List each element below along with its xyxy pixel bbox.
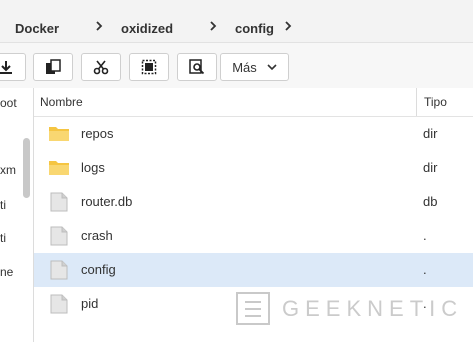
file-name: router.db [81,194,133,209]
file-icon [50,192,68,212]
left-panel-item[interactable]: oot [0,96,33,110]
folder-icon [49,127,69,141]
breadcrumb-item-config[interactable]: config [235,0,274,42]
file-icon [50,294,68,314]
search-button[interactable] [177,53,217,81]
file-type: db [423,194,438,209]
file-row-repos[interactable]: repos dir [34,117,473,151]
watermark-logo [236,292,270,325]
more-button-label: Más [232,59,257,75]
copy-icon [46,59,61,74]
cut-icon [93,60,109,75]
breadcrumb: Docker oxidized config [0,0,473,43]
left-panel-item[interactable]: ti [0,198,33,212]
file-icon [50,260,68,280]
file-row-router-db[interactable]: router.db db [34,185,473,219]
chevron-down-icon [267,64,277,71]
left-panel-scrollbar[interactable] [23,138,30,198]
chevron-right-icon [96,21,103,31]
file-name: repos [81,126,114,141]
watermark-text: GEEKNETIC [282,296,464,321]
copy-button[interactable] [33,53,73,81]
column-header-name[interactable]: Nombre [40,88,83,116]
cut-button[interactable] [81,53,121,81]
left-panel: oot xm ti ti ne [0,88,34,342]
file-row-crash[interactable]: crash . [34,219,473,253]
file-name: logs [81,160,105,175]
file-type: . [423,262,427,277]
select-icon [141,59,157,75]
file-type: dir [423,126,438,141]
more-button[interactable]: Más [220,53,289,81]
file-type: . [423,228,427,243]
file-name: config [81,262,116,277]
file-row-logs[interactable]: logs dir [34,151,473,185]
left-panel-item[interactable]: ne [0,265,33,279]
file-list-header: Nombre Tipo [34,88,473,117]
left-panel-item[interactable]: ti [0,231,33,245]
download-icon [0,61,12,74]
chevron-right-icon [285,21,292,31]
folder-icon [49,161,69,175]
file-type: dir [423,160,438,175]
download-button[interactable] [0,53,26,81]
select-all-button[interactable] [129,53,169,81]
search-icon [189,59,205,75]
breadcrumb-item-oxidized[interactable]: oxidized [121,0,173,42]
column-divider[interactable] [416,88,417,116]
file-row-config[interactable]: config . [34,253,473,287]
breadcrumb-item-docker[interactable]: Docker [15,0,59,42]
file-name: crash [81,228,113,243]
file-icon [50,226,68,246]
column-header-type[interactable]: Tipo [424,88,447,116]
file-name: pid [81,296,99,311]
chevron-right-icon [210,21,217,31]
